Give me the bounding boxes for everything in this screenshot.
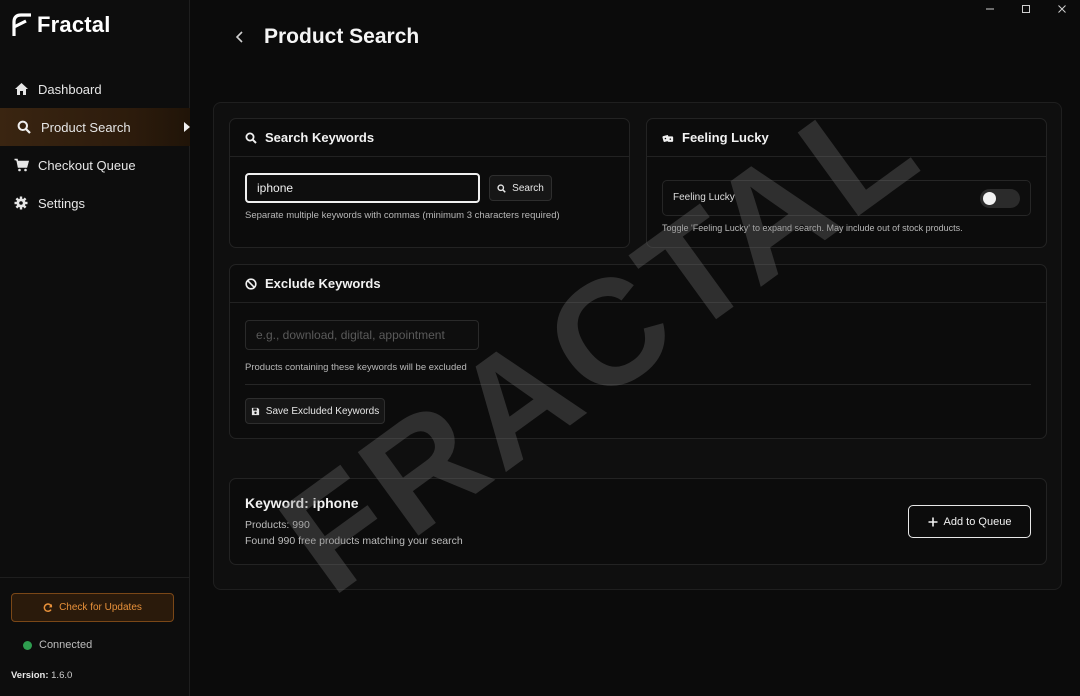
feeling-lucky-row: Feeling Lucky <box>662 180 1031 216</box>
divider <box>245 384 1031 385</box>
home-icon <box>13 81 29 97</box>
close-button[interactable] <box>1044 0 1080 18</box>
sidebar-item-dashboard[interactable]: Dashboard <box>0 70 190 108</box>
fractal-logo-icon <box>12 13 31 36</box>
result-keyword: Keyword: iphone <box>245 495 359 511</box>
window-controls <box>972 0 1080 18</box>
version-info: Version: 1.6.0 <box>11 670 72 681</box>
main-content: Product Search Search Keywords Search Se… <box>190 0 1080 696</box>
sidebar-item-settings[interactable]: Settings <box>0 184 190 222</box>
sidebar-item-label: Settings <box>38 195 85 211</box>
card-title: Search Keywords <box>265 130 375 145</box>
check-updates-button[interactable]: Check for Updates <box>11 593 174 622</box>
exclude-hint: Products containing these keywords will … <box>245 362 467 373</box>
save-excluded-keywords-label: Save Excluded Keywords <box>265 405 380 417</box>
feeling-lucky-card: Feeling Lucky Feeling Lucky Toggle 'Feel… <box>646 118 1047 248</box>
status-dot-icon <box>23 640 32 650</box>
search-keywords-input[interactable] <box>245 173 480 203</box>
feeling-lucky-hint: Toggle 'Feeling Lucky' to expand search.… <box>662 223 963 233</box>
toggle-knob <box>983 192 996 205</box>
sidebar-item-label: Dashboard <box>38 81 102 97</box>
search-hint: Separate multiple keywords with commas (… <box>245 210 560 221</box>
search-button-label: Search <box>512 182 544 194</box>
maximize-icon <box>1022 5 1030 13</box>
status-text: Connected <box>39 639 93 651</box>
search-result-card: Keyword: iphone Products: 990 Found 990 … <box>229 478 1047 565</box>
sidebar-item-label: Product Search <box>41 119 131 135</box>
save-excluded-keywords-button[interactable]: Save Excluded Keywords <box>245 398 385 424</box>
app-name: Fractal <box>37 12 111 37</box>
version-value: 1.6.0 <box>51 670 73 681</box>
sidebar-item-label: Checkout Queue <box>38 157 136 173</box>
cart-icon <box>13 157 29 173</box>
add-to-queue-button[interactable]: Add to Queue <box>908 505 1031 538</box>
connection-status: Connected <box>23 639 92 651</box>
card-header: Feeling Lucky <box>647 119 1046 157</box>
search-keywords-card: Search Keywords Search Separate multiple… <box>229 118 630 248</box>
version-label: Version: <box>11 670 49 681</box>
result-summary: Found 990 free products matching your se… <box>245 535 463 547</box>
sidebar-item-checkout-queue[interactable]: Checkout Queue <box>0 146 190 184</box>
search-icon <box>497 183 506 193</box>
search-panel: Search Keywords Search Separate multiple… <box>213 102 1062 590</box>
refresh-icon <box>43 602 53 612</box>
card-title: Exclude Keywords <box>265 276 381 291</box>
maximize-button[interactable] <box>1008 0 1044 18</box>
feeling-lucky-label: Feeling Lucky <box>673 192 735 203</box>
app-logo: Fractal <box>11 12 111 38</box>
close-icon <box>1058 5 1066 13</box>
exclude-keywords-input[interactable] <box>245 320 479 350</box>
minimize-icon <box>986 8 994 10</box>
feeling-lucky-toggle[interactable] <box>980 189 1020 208</box>
save-icon <box>251 407 259 415</box>
search-icon <box>245 132 257 144</box>
search-button[interactable]: Search <box>489 175 552 201</box>
ban-icon <box>245 277 257 290</box>
add-to-queue-label: Add to Queue <box>943 515 1012 528</box>
result-products-count: Products: 990 <box>245 519 310 531</box>
sidebar-nav: Dashboard Product Search Checkout Queue <box>0 70 190 222</box>
page-title: Product Search <box>264 25 420 48</box>
dice-icon <box>662 132 674 144</box>
gear-icon <box>13 195 29 211</box>
sidebar-footer: Check for Updates Connected Version: 1.6… <box>0 577 190 696</box>
check-updates-label: Check for Updates <box>59 602 142 613</box>
minimize-button[interactable] <box>972 0 1008 18</box>
card-title: Feeling Lucky <box>682 130 769 145</box>
card-header: Exclude Keywords <box>230 265 1046 303</box>
plus-icon <box>928 517 938 526</box>
search-icon <box>16 119 32 135</box>
card-header: Search Keywords <box>230 119 629 157</box>
chevron-left-icon <box>235 31 243 43</box>
sidebar: Fractal Dashboard Product Search Checkou… <box>0 0 190 696</box>
back-button[interactable] <box>232 29 248 45</box>
exclude-keywords-card: Exclude Keywords Products containing the… <box>229 264 1047 439</box>
sidebar-item-product-search[interactable]: Product Search <box>0 108 190 146</box>
